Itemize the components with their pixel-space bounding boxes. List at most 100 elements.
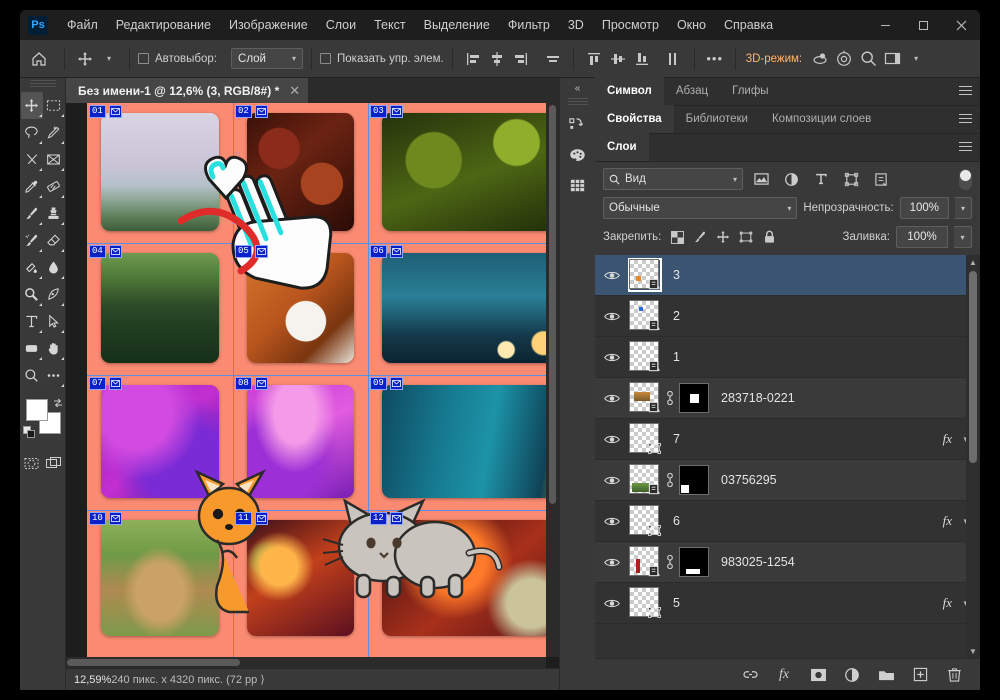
- layer-effects-indicator[interactable]: fx: [943, 513, 952, 529]
- canvas-vertical-scrollbar[interactable]: [546, 103, 559, 657]
- align-right-icon[interactable]: [509, 47, 533, 71]
- layer-name[interactable]: 7: [673, 432, 680, 446]
- 3d-roll-icon[interactable]: [832, 47, 856, 71]
- panel-menu-icon[interactable]: [959, 113, 972, 124]
- slice-photo[interactable]: [247, 253, 354, 363]
- slice-tag-05[interactable]: 05: [235, 245, 268, 258]
- dodge-tool[interactable]: [21, 281, 43, 308]
- tab-character[interactable]: Символ: [595, 77, 664, 105]
- canvas-viewport[interactable]: 01 02 03 04 05 06 07 08 09 10 11 12 12,5…: [66, 103, 559, 690]
- layer-row[interactable]: 5fx▾: [595, 583, 980, 624]
- distribute-vertical-icon[interactable]: [662, 47, 686, 71]
- add-layer-mask-icon[interactable]: [808, 665, 828, 685]
- slice-cell[interactable]: [368, 510, 546, 648]
- zoom-level[interactable]: 12,59%: [74, 674, 111, 686]
- slice-cell[interactable]: [233, 103, 368, 243]
- layer-name[interactable]: 983025-1254: [721, 555, 795, 569]
- align-left-icon[interactable]: [461, 47, 485, 71]
- slice-photo[interactable]: [382, 113, 546, 231]
- canvas-horizontal-scrollbar[interactable]: [66, 657, 546, 668]
- layer-row[interactable]: 3: [595, 255, 980, 296]
- layer-name[interactable]: 5: [673, 596, 680, 610]
- opacity-stepper[interactable]: ▾: [954, 197, 972, 219]
- panel-menu-icon[interactable]: [959, 85, 972, 96]
- align-center-horizontal-icon[interactable]: [485, 47, 509, 71]
- lock-position-icon[interactable]: [713, 227, 733, 247]
- menu-item-редактирование[interactable]: Редактирование: [107, 15, 220, 35]
- rectangle-tool[interactable]: [21, 335, 43, 362]
- align-middle-vertical-icon[interactable]: [606, 47, 630, 71]
- lock-image-pixels-icon[interactable]: [690, 227, 710, 247]
- slice-photo[interactable]: [382, 520, 546, 636]
- tab-paragraph[interactable]: Абзац: [664, 77, 720, 105]
- layer-visibility-toggle[interactable]: [595, 270, 629, 281]
- slice-tag-04[interactable]: 04: [89, 245, 122, 258]
- layer-row[interactable]: 283718-0221: [595, 378, 980, 419]
- tab-layer-comps[interactable]: Композиции слоев: [760, 105, 883, 133]
- move-tool-icon[interactable]: [73, 47, 97, 71]
- workspace-icon[interactable]: [880, 47, 904, 71]
- menu-item-выделение[interactable]: Выделение: [415, 15, 499, 35]
- history-brush-tool[interactable]: [21, 227, 43, 254]
- scroll-down-icon[interactable]: ▼: [966, 644, 980, 658]
- pen-tool[interactable]: [43, 281, 65, 308]
- slice-cell[interactable]: [368, 243, 546, 375]
- swatches-grid-icon[interactable]: [564, 170, 592, 200]
- new-adjustment-layer-icon[interactable]: [842, 665, 862, 685]
- gradient-tool[interactable]: [21, 254, 43, 281]
- show-transform-controls-checkbox[interactable]: [320, 53, 332, 64]
- tab-layers[interactable]: Слои: [595, 133, 649, 161]
- document-tab[interactable]: Без имени-1 @ 12,6% (3, RGB/8#) * ✕: [66, 78, 310, 103]
- guide-horizontal[interactable]: [87, 375, 546, 376]
- tab-properties[interactable]: Свойства: [595, 105, 674, 133]
- layers-list[interactable]: 321283718-02217fx▾037562956fx▾983025-125…: [595, 255, 980, 658]
- menu-item-окно[interactable]: Окно: [668, 15, 715, 35]
- lock-all-icon[interactable]: [759, 227, 779, 247]
- crop-tool[interactable]: [21, 146, 43, 173]
- layer-visibility-toggle[interactable]: [595, 393, 629, 404]
- layer-row[interactable]: 03756295: [595, 460, 980, 501]
- layer-thumbnail[interactable]: [629, 546, 661, 578]
- distribute-horizontal-icon[interactable]: [541, 47, 565, 71]
- move-tool-options-caret[interactable]: ▾: [97, 47, 121, 71]
- mask-link-icon[interactable]: [661, 391, 679, 405]
- lock-transparent-pixels-icon[interactable]: [667, 227, 687, 247]
- delete-layer-icon[interactable]: [944, 665, 964, 685]
- eraser-tool[interactable]: [43, 227, 65, 254]
- layer-name[interactable]: 283718-0221: [721, 391, 795, 405]
- move-tool[interactable]: [20, 92, 43, 119]
- dock-drag-grip[interactable]: [567, 98, 588, 106]
- blend-mode-select[interactable]: Обычные ▾: [603, 197, 798, 219]
- guide-vertical[interactable]: [233, 103, 234, 668]
- menu-item-3d[interactable]: 3D: [559, 15, 593, 35]
- layer-name[interactable]: 2: [673, 309, 680, 323]
- layer-thumbnail[interactable]: [629, 587, 661, 619]
- edit-toolbar-tool[interactable]: [43, 362, 65, 389]
- slice-cell[interactable]: [368, 375, 546, 510]
- slice-tag-12[interactable]: 12: [370, 512, 403, 525]
- slice-cell[interactable]: [368, 103, 546, 243]
- menu-item-фильтр[interactable]: Фильтр: [499, 15, 559, 35]
- layer-visibility-toggle[interactable]: [595, 598, 629, 609]
- layer-mask-thumbnail[interactable]: [679, 383, 709, 413]
- slice-photo[interactable]: [247, 385, 354, 498]
- align-top-icon[interactable]: [582, 47, 606, 71]
- smartobject-filter-icon[interactable]: [869, 168, 893, 190]
- layer-filter-type-select[interactable]: Вид ▾: [603, 168, 743, 190]
- slice-tag-07[interactable]: 07: [89, 377, 122, 390]
- brush-tool[interactable]: [21, 200, 43, 227]
- mask-link-icon[interactable]: [661, 473, 679, 487]
- scroll-up-icon[interactable]: ▲: [966, 255, 980, 269]
- layer-name[interactable]: 03756295: [721, 473, 777, 487]
- slice-cell[interactable]: [87, 243, 233, 375]
- menu-item-файл[interactable]: Файл: [58, 15, 107, 35]
- frame-tool[interactable]: [43, 146, 65, 173]
- layer-name[interactable]: 6: [673, 514, 680, 528]
- slice-tag-09[interactable]: 09: [370, 377, 403, 390]
- layer-row[interactable]: 2: [595, 296, 980, 337]
- layer-thumbnail[interactable]: [629, 382, 661, 414]
- clone-stamp-tool[interactable]: [43, 200, 65, 227]
- lock-artboard-nesting-icon[interactable]: [736, 227, 756, 247]
- layer-thumbnail[interactable]: [629, 505, 661, 537]
- layer-name[interactable]: 3: [673, 268, 680, 282]
